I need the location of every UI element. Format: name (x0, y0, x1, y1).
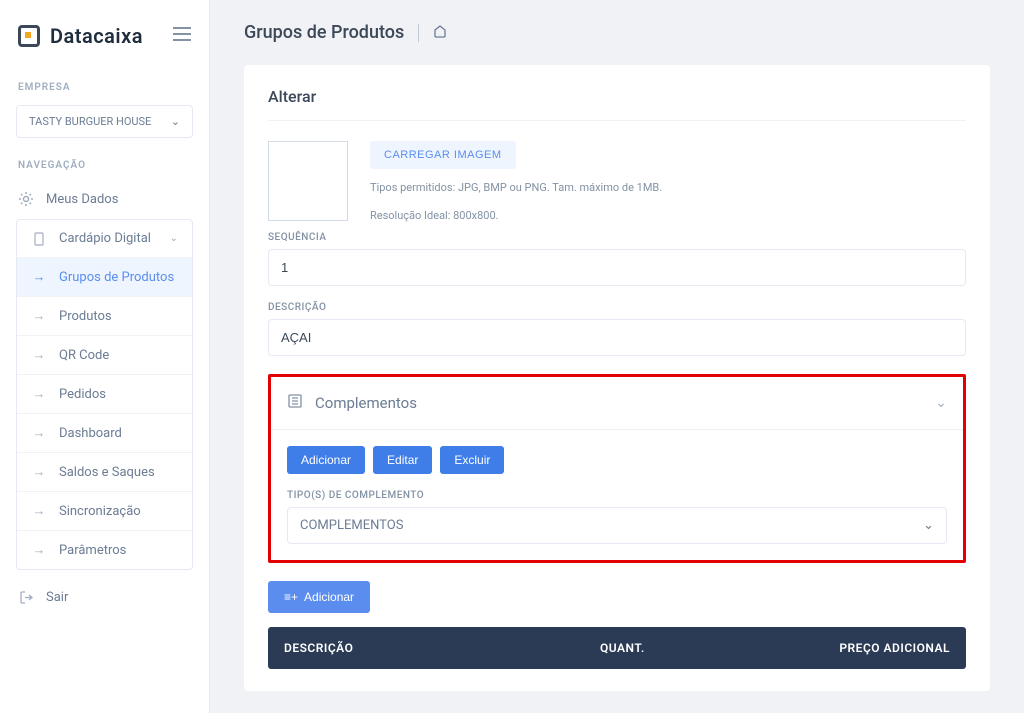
image-upload-row: CARREGAR IMAGEM Tipos permitidos: JPG, B… (268, 141, 966, 224)
complements-panel-header[interactable]: Complementos ⌄ (271, 377, 963, 430)
nav-label: Parâmetros (59, 543, 126, 558)
image-placeholder[interactable] (268, 141, 348, 221)
device-icon (31, 232, 47, 246)
arrow-right-icon: → (31, 386, 47, 402)
nav-label: Meus Dados (46, 192, 118, 207)
upload-hint-resolution: Resolução Ideal: 800x800. (370, 207, 966, 225)
nav-label: Pedidos (59, 387, 106, 402)
description-label: DESCRIÇÃO (268, 302, 966, 313)
hamburger-icon[interactable] (173, 27, 191, 45)
th-quantity: QUANT. (600, 641, 800, 655)
subnav-cardapio: Cardápio Digital ⌄ → Grupos de Produtos … (16, 219, 193, 570)
divider (418, 24, 419, 42)
nav-label: QR Code (59, 348, 109, 363)
complements-panel-body: Adicionar Editar Excluir TIPO(S) DE COMP… (271, 430, 963, 560)
arrow-right-icon: → (31, 347, 47, 363)
company-select-value: TASTY BURGUER HOUSE (29, 115, 151, 128)
nav-parametros[interactable]: → Parâmetros (17, 530, 192, 569)
company-select[interactable]: TASTY BURGUER HOUSE ⌄ (16, 105, 193, 138)
nav-label: Grupos de Produtos (59, 270, 174, 285)
nav-saldos-saques[interactable]: → Saldos e Saques (17, 452, 192, 491)
complements-panel: Complementos ⌄ Adicionar Editar Excluir … (268, 374, 966, 563)
nav-label: Sincronização (59, 504, 141, 519)
brand-name: Datacaixa (50, 24, 143, 48)
nav-pedidos[interactable]: → Pedidos (17, 374, 192, 413)
image-info: CARREGAR IMAGEM Tipos permitidos: JPG, B… (370, 141, 966, 224)
sequence-input[interactable] (268, 249, 966, 286)
plus-list-icon: ≡+ (284, 590, 298, 604)
page-header: Grupos de Produtos (244, 22, 990, 43)
arrow-right-icon: → (31, 503, 47, 519)
nav-grupos-produtos[interactable]: → Grupos de Produtos (17, 257, 192, 296)
gear-icon (18, 191, 34, 207)
sequence-label: SEQUÊNCIA (268, 232, 966, 243)
brand-logo-icon (18, 25, 40, 47)
upload-image-button[interactable]: CARREGAR IMAGEM (370, 141, 516, 169)
sidebar: Datacaixa EMPRESA TASTY BURGUER HOUSE ⌄ … (0, 0, 210, 713)
page-title: Grupos de Produtos (244, 22, 404, 43)
edit-card: Alterar CARREGAR IMAGEM Tipos permitidos… (244, 65, 990, 691)
section-label-empresa: EMPRESA (0, 74, 209, 101)
arrow-right-icon: → (31, 308, 47, 324)
add-row-button[interactable]: ≡+ Adicionar (268, 581, 370, 613)
nav-dashboard[interactable]: → Dashboard (17, 413, 192, 452)
nav-meus-dados[interactable]: Meus Dados (0, 179, 209, 219)
arrow-right-icon: → (31, 269, 47, 285)
brand: Datacaixa (0, 0, 209, 74)
chevron-down-icon: ⌄ (170, 233, 178, 244)
nav-label: Dashboard (59, 426, 122, 441)
nav-cardapio-digital[interactable]: Cardápio Digital ⌄ (17, 220, 192, 257)
nav-qr-code[interactable]: → QR Code (17, 335, 192, 374)
arrow-right-icon: → (31, 425, 47, 441)
add-row-label: Adicionar (304, 590, 354, 604)
complements-button-row: Adicionar Editar Excluir (287, 446, 947, 474)
complements-title: Complementos (315, 394, 417, 412)
description-input[interactable] (268, 319, 966, 356)
complement-type-select[interactable]: COMPLEMENTOS ⌄ (287, 507, 947, 544)
items-table-header: DESCRIÇÃO QUANT. PREÇO ADICIONAL (268, 627, 966, 669)
chevron-down-icon: ⌄ (935, 395, 947, 411)
nav-label: Cardápio Digital (59, 231, 151, 246)
nav-label: Produtos (59, 309, 112, 324)
list-icon (287, 393, 303, 413)
chevron-down-icon: ⌄ (923, 518, 934, 533)
nav-label: Saldos e Saques (59, 465, 155, 480)
nav-sair[interactable]: Sair (0, 578, 209, 617)
complement-type-value: COMPLEMENTOS (300, 518, 403, 533)
th-description: DESCRIÇÃO (284, 641, 600, 655)
complement-type-label: TIPO(S) DE COMPLEMENTO (287, 490, 947, 501)
edit-complement-button[interactable]: Editar (373, 446, 432, 474)
delete-complement-button[interactable]: Excluir (440, 446, 504, 474)
nav-label: Sair (46, 590, 68, 605)
nav-produtos[interactable]: → Produtos (17, 296, 192, 335)
add-complement-button[interactable]: Adicionar (287, 446, 365, 474)
arrow-right-icon: → (31, 464, 47, 480)
section-label-navegacao: NAVEGAÇÃO (0, 152, 209, 179)
home-icon[interactable] (433, 24, 447, 42)
arrow-right-icon: → (31, 542, 47, 558)
upload-hint-types: Tipos permitidos: JPG, BMP ou PNG. Tam. … (370, 179, 966, 197)
nav-sincronizacao[interactable]: → Sincronização (17, 491, 192, 530)
main-content: Grupos de Produtos Alterar CARREGAR IMAG… (210, 0, 1024, 713)
th-price: PREÇO ADICIONAL (800, 641, 950, 655)
card-title: Alterar (268, 87, 966, 121)
logout-icon (18, 590, 34, 605)
chevron-down-icon: ⌄ (171, 115, 180, 128)
